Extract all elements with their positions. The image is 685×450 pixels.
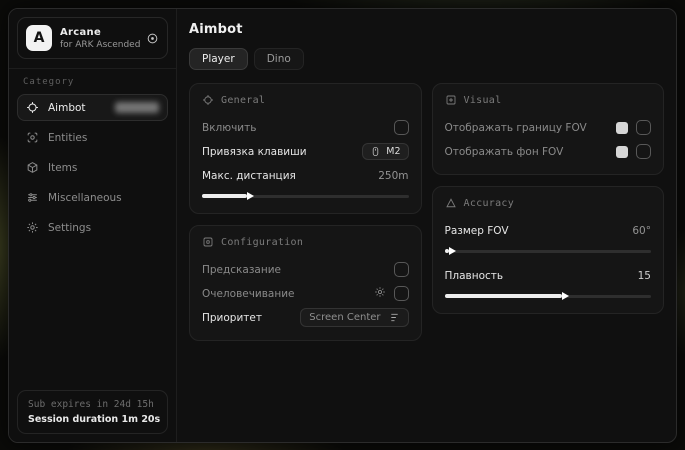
sidebar-item-label: Settings — [48, 222, 91, 234]
sidebar-item-label: Aimbot — [48, 102, 86, 114]
sidebar-divider — [9, 68, 176, 69]
max-distance-label: Макс. дистанция — [202, 170, 296, 182]
box-icon — [26, 161, 39, 174]
fov-size-slider[interactable] — [445, 246, 652, 256]
main-content: Aimbot Player Dino General Включить — [177, 9, 676, 442]
blurred-text — [115, 102, 159, 113]
configuration-card: Configuration Предсказание Очеловечивани… — [189, 225, 422, 341]
category-label: Category — [17, 77, 168, 94]
fov-border-label: Отображать границу FOV — [445, 122, 587, 134]
sidebar-item-miscellaneous[interactable]: Miscellaneous — [17, 184, 168, 211]
priority-label: Приоритет — [202, 312, 262, 324]
section-title: Configuration — [221, 237, 303, 248]
sidebar-item-label: Items — [48, 162, 77, 174]
priority-value: Screen Center — [309, 312, 380, 323]
tab-bar: Player Dino — [189, 48, 664, 70]
section-title: Visual — [464, 95, 502, 106]
brand-title: Arcane — [60, 27, 138, 38]
visual-card: Visual Отображать границу FOV Отображать… — [432, 83, 665, 175]
brand-subtitle: for ARK Ascended — [60, 40, 138, 50]
sliders-icon — [26, 191, 39, 204]
session-duration-text: Session duration 1m 20s — [28, 414, 157, 425]
gear-icon — [26, 221, 39, 234]
app-window: A Arcane for ARK Ascended Category Aimbo… — [8, 8, 677, 443]
slider-fill — [202, 194, 247, 198]
slider-fill — [445, 294, 563, 298]
tab-dino[interactable]: Dino — [254, 48, 304, 70]
brand-card: A Arcane for ARK Ascended — [17, 17, 168, 59]
section-title: Accuracy — [464, 198, 515, 209]
crosshair-icon — [26, 101, 39, 114]
fov-background-label: Отображать фон FOV — [445, 146, 564, 158]
subscription-info: Sub expires in 24d 15h Session duration … — [17, 390, 168, 434]
smoothness-slider[interactable] — [445, 291, 652, 301]
sidebar-item-label: Miscellaneous — [48, 192, 122, 204]
prediction-label: Предсказание — [202, 264, 281, 276]
sidebar-item-label: Entities — [48, 132, 87, 144]
sidebar-item-aimbot[interactable]: Aimbot — [17, 94, 168, 121]
sidebar: A Arcane for ARK Ascended Category Aimbo… — [9, 9, 177, 442]
humanization-label: Очеловечивание — [202, 288, 295, 300]
gear-icon[interactable] — [374, 286, 386, 301]
keybind-value: M2 — [386, 146, 400, 157]
max-distance-slider[interactable] — [202, 191, 409, 201]
keybind-button[interactable]: M2 — [362, 143, 408, 160]
sidebar-item-settings[interactable]: Settings — [17, 214, 168, 241]
config-icon — [202, 236, 214, 248]
max-distance-value: 250m — [378, 170, 408, 182]
general-card: General Включить Привязка клавиши M2 — [189, 83, 422, 214]
triangle-icon — [445, 197, 457, 209]
accuracy-card: Accuracy Размер FOV 60° Плавность 15 — [432, 186, 665, 314]
list-icon — [389, 312, 400, 323]
mouse-icon — [370, 146, 381, 157]
section-title: General — [221, 95, 265, 106]
sidebar-nav: Aimbot Entities Items Miscellaneous — [17, 94, 168, 241]
target-icon[interactable] — [146, 32, 159, 45]
fov-background-color-swatch[interactable] — [616, 146, 628, 158]
scan-icon — [26, 131, 39, 144]
sidebar-item-entities[interactable]: Entities — [17, 124, 168, 151]
page-title: Aimbot — [189, 22, 664, 37]
enable-checkbox[interactable] — [394, 120, 409, 135]
fov-size-value: 60° — [632, 225, 651, 237]
crosshair-icon — [202, 94, 214, 106]
frame-icon — [445, 94, 457, 106]
smoothness-value: 15 — [638, 270, 651, 282]
fov-background-checkbox[interactable] — [636, 144, 651, 159]
tab-player[interactable]: Player — [189, 48, 248, 70]
slider-fill — [445, 249, 449, 253]
prediction-checkbox[interactable] — [394, 262, 409, 277]
priority-dropdown[interactable]: Screen Center — [300, 308, 408, 327]
humanization-checkbox[interactable] — [394, 286, 409, 301]
sub-expiry-text: Sub expires in 24d 15h — [28, 399, 157, 410]
enable-label: Включить — [202, 122, 256, 134]
fov-size-label: Размер FOV — [445, 225, 509, 237]
fov-border-color-swatch[interactable] — [616, 122, 628, 134]
keybind-label: Привязка клавиши — [202, 146, 307, 158]
smoothness-label: Плавность — [445, 270, 504, 282]
app-logo: A — [26, 25, 52, 51]
fov-border-checkbox[interactable] — [636, 120, 651, 135]
sidebar-item-items[interactable]: Items — [17, 154, 168, 181]
